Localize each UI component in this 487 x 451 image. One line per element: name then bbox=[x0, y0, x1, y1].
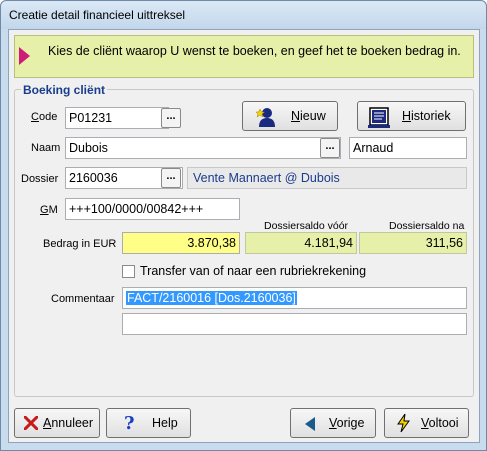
historiek-accel: H bbox=[402, 109, 412, 123]
dialog-window: Creatie detail financieel uittreksel Kie… bbox=[0, 0, 487, 451]
vorige-accel: V bbox=[329, 416, 337, 430]
annuleer-button[interactable]: Annuleer bbox=[14, 408, 100, 438]
gm-label: GM bbox=[40, 204, 58, 216]
voltooi-label: oltooi bbox=[428, 416, 459, 430]
nieuw-accel: N bbox=[291, 109, 301, 123]
dossier-label: Dossier bbox=[21, 173, 59, 185]
code-label: Code bbox=[31, 111, 58, 123]
cancel-x-icon bbox=[23, 415, 39, 433]
historiek-button[interactable]: Historiek bbox=[357, 101, 466, 131]
historiek-label: istoriek bbox=[411, 109, 451, 123]
code-lookup-button[interactable]: ... bbox=[161, 108, 181, 128]
help-question-icon: ? bbox=[124, 413, 135, 434]
history-book-icon bbox=[368, 106, 392, 131]
nieuw-button[interactable]: Nieuw bbox=[242, 101, 338, 131]
dialog-client-area: Kies de cliënt waarop U wenst te boeken,… bbox=[8, 29, 480, 443]
transfer-label[interactable]: Transfer van of naar een rubriekrekening bbox=[140, 264, 366, 278]
voltooi-button[interactable]: Voltooi bbox=[384, 408, 469, 438]
commentaar-line2[interactable] bbox=[122, 313, 467, 335]
commentaar-selected-text: FACT/2160016 [Dos.2160036] bbox=[126, 291, 297, 305]
nieuw-label: ieuw bbox=[300, 109, 326, 123]
arrow-right-icon bbox=[19, 47, 30, 65]
code-field[interactable]: P01231 bbox=[65, 107, 169, 129]
new-person-icon bbox=[255, 106, 277, 131]
firstname-field[interactable]: Arnaud bbox=[349, 137, 467, 159]
naam-label: Naam bbox=[31, 142, 61, 154]
window-title: Creatie detail financieel uittreksel bbox=[9, 8, 186, 22]
bedrag-field[interactable]: 3.870,38 bbox=[122, 232, 240, 254]
help-button[interactable]: ? Help bbox=[106, 408, 191, 438]
saldo-na-caption: Dossiersaldo na bbox=[389, 220, 465, 232]
naam-lookup-button[interactable]: ... bbox=[320, 138, 340, 158]
arrow-left-icon bbox=[304, 416, 316, 435]
dossier-description: Vente Mannaert @ Dubois bbox=[187, 167, 467, 189]
annuleer-label: nnuleer bbox=[51, 416, 94, 430]
commentaar-line1[interactable]: FACT/2160016 [Dos.2160036] bbox=[122, 287, 467, 309]
vorige-label: orige bbox=[336, 416, 365, 430]
dossier-lookup-button[interactable]: ... bbox=[161, 168, 181, 188]
lightning-icon bbox=[394, 413, 414, 436]
naam-field[interactable]: Dubois bbox=[65, 137, 341, 159]
group-label: Boeking cliënt bbox=[21, 83, 108, 97]
saldo-voor-value: 4.181,94 bbox=[245, 232, 357, 254]
info-banner: Kies de cliënt waarop U wenst te boeken,… bbox=[14, 35, 474, 78]
voltooi-accel: V bbox=[421, 416, 429, 430]
commentaar-label: Commentaar bbox=[51, 293, 115, 305]
title-bar[interactable]: Creatie detail financieel uittreksel bbox=[1, 1, 486, 29]
saldo-na-value: 311,56 bbox=[359, 232, 467, 254]
gm-field[interactable]: +++100/0000/00842+++ bbox=[65, 198, 240, 220]
vorige-button[interactable]: Vorige bbox=[290, 408, 376, 438]
help-label: Help bbox=[152, 416, 178, 430]
banner-text: Kies de cliënt waarop U wenst te boeken,… bbox=[48, 44, 461, 58]
bedrag-label: Bedrag in EUR bbox=[43, 238, 117, 250]
saldo-voor-caption: Dossiersaldo vóór bbox=[264, 220, 349, 232]
transfer-checkbox[interactable] bbox=[122, 265, 135, 278]
